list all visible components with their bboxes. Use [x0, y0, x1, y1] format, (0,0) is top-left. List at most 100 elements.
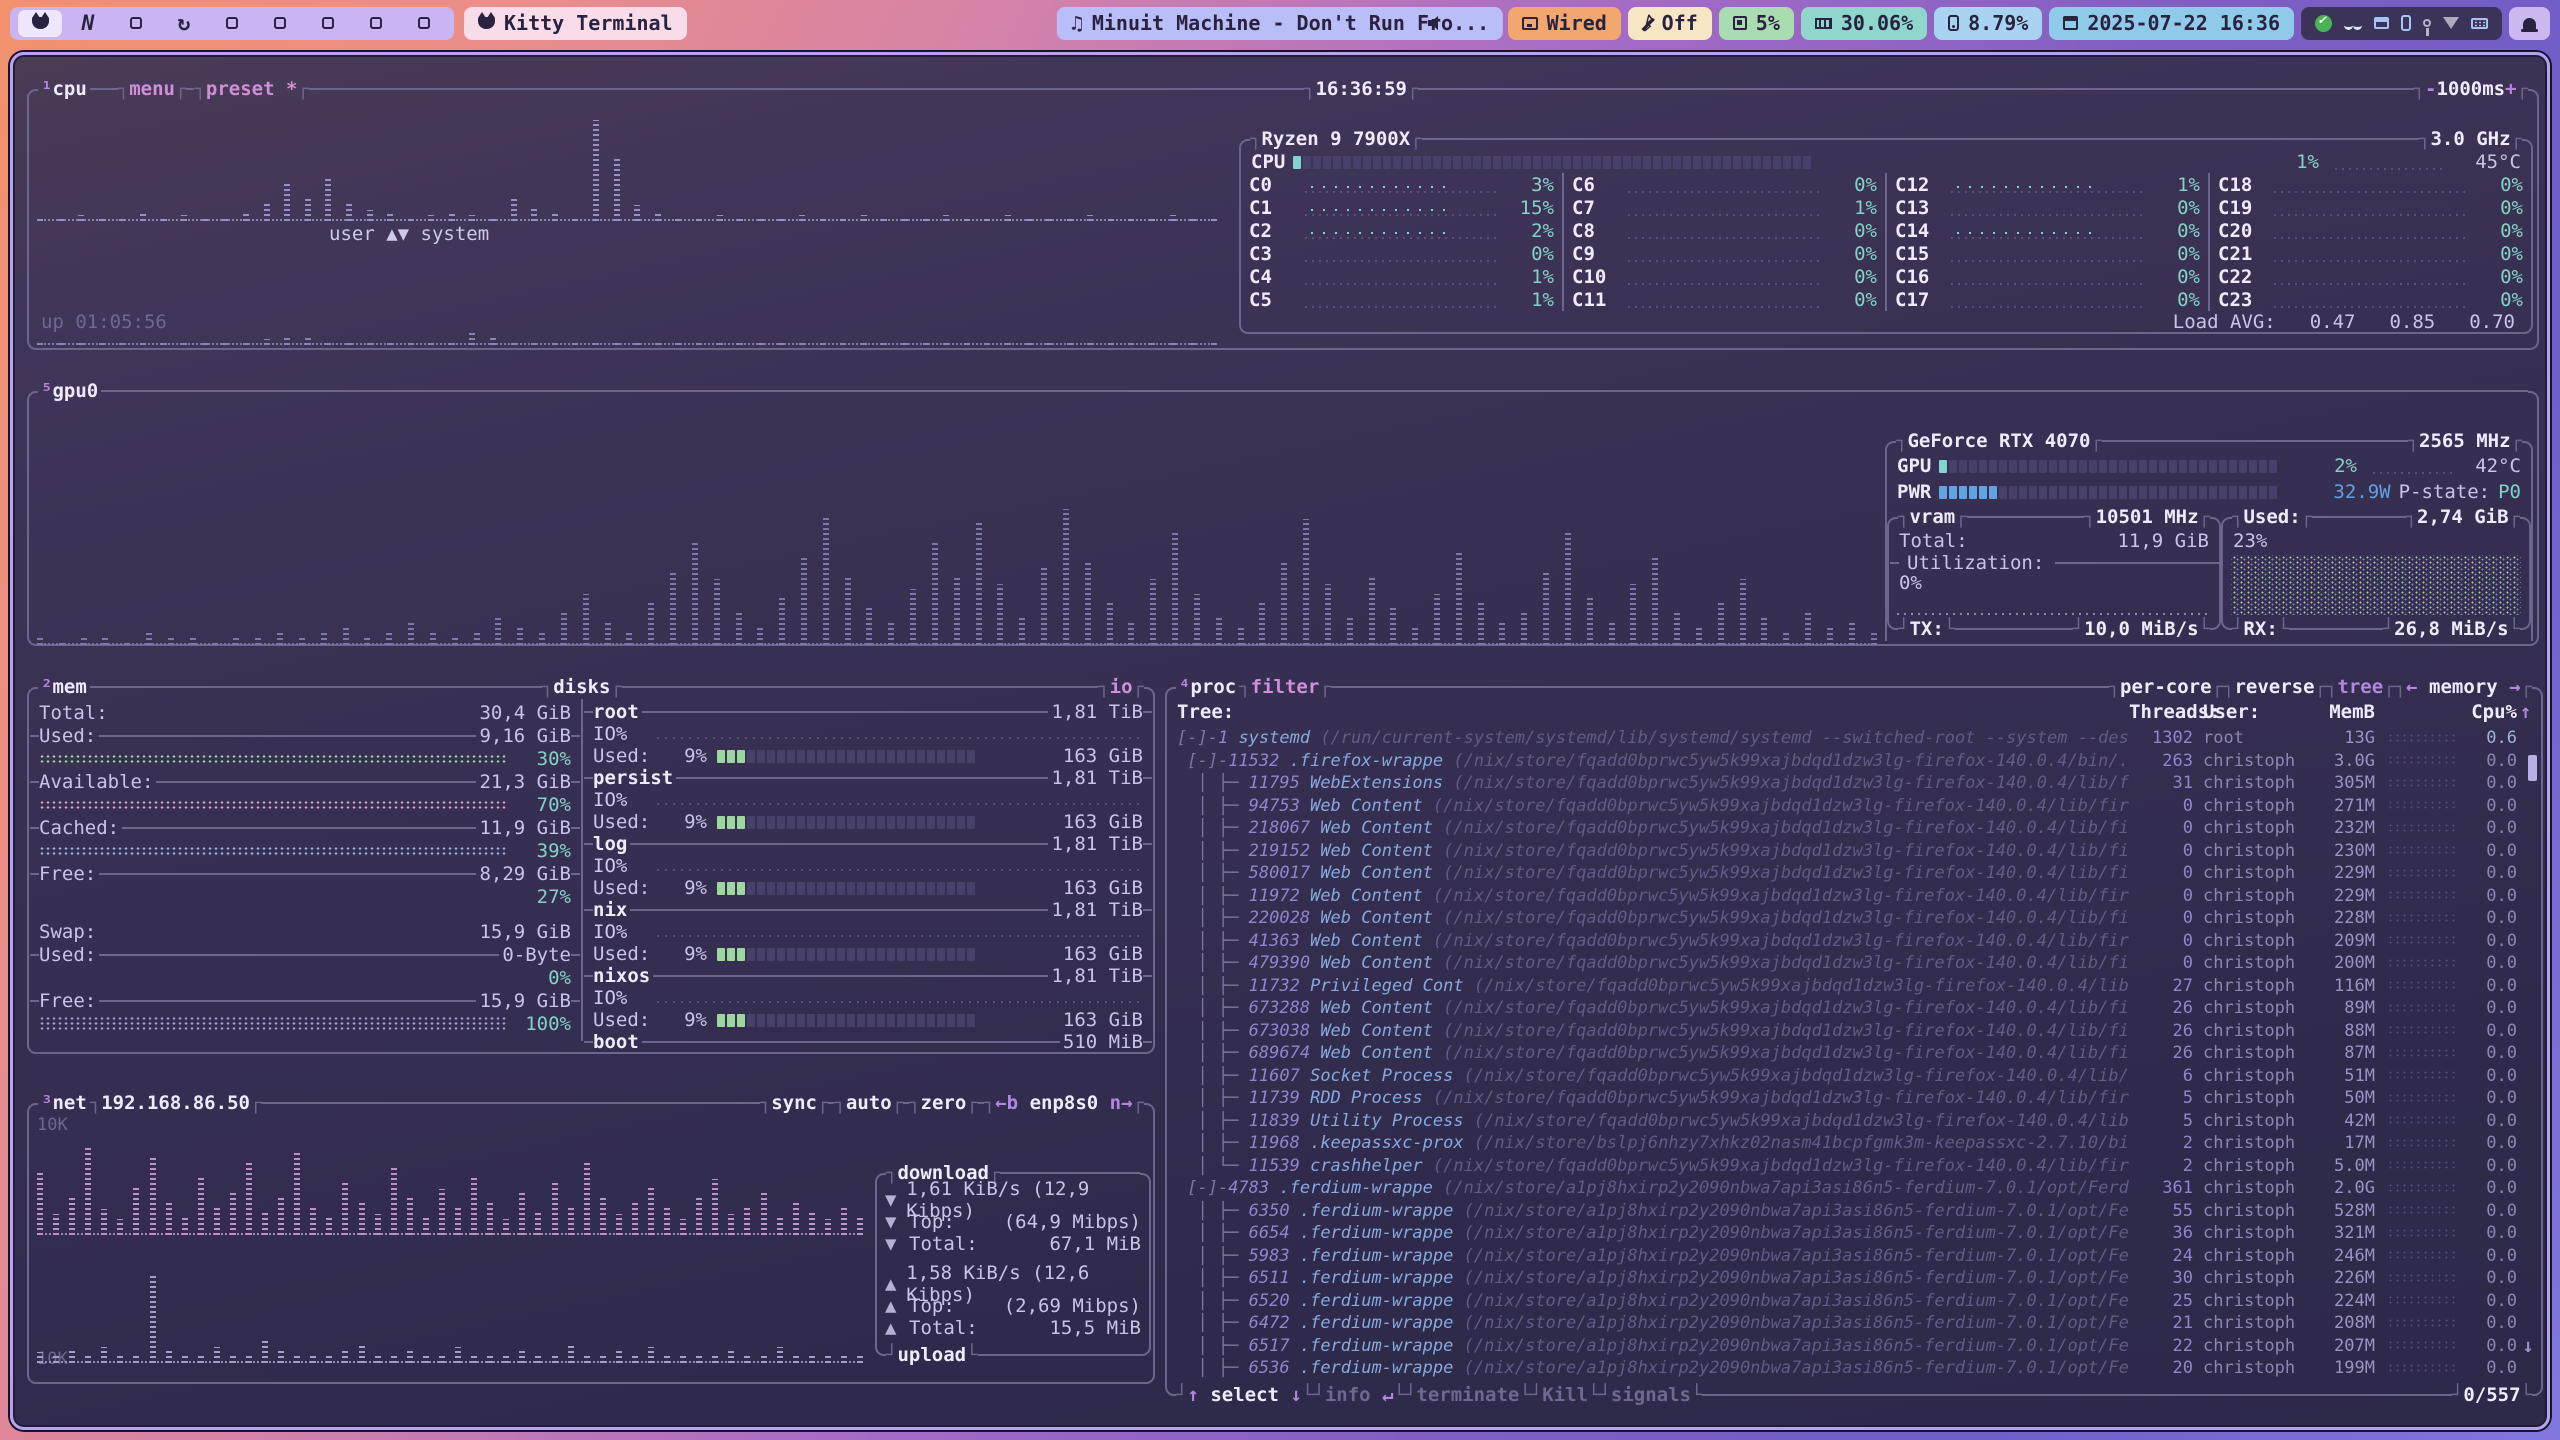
notification-bell[interactable]: [2509, 7, 2550, 40]
workspace-item[interactable]: [162, 10, 206, 37]
sort-prev-button[interactable]: ←: [2406, 676, 2417, 698]
tray-icon[interactable]: [2401, 15, 2411, 31]
info-button[interactable]: info ↵: [1313, 1384, 1405, 1406]
status-module[interactable]: 30.06%: [1801, 7, 1927, 40]
upload-stat-row: ▲1,58 KiB/s (12,6 Kibps): [877, 1273, 1149, 1295]
net-stats-box: download ▼1,61 KiB/s (12,9 Kibps)▼Top:(6…: [875, 1161, 1151, 1367]
net-auto-button[interactable]: auto: [834, 1092, 903, 1114]
cpu-sort-header[interactable]: Cpu%: [2459, 701, 2517, 723]
tray-icon[interactable]: [2344, 20, 2362, 27]
tray-icon[interactable]: [2374, 17, 2389, 29]
net-upload-graph: [37, 1251, 863, 1363]
core-row: C90%: [1564, 242, 1885, 265]
process-row[interactable]: │ ├─ 41363 Web Content (/nix/store/fqadd…: [1177, 930, 2537, 952]
process-row[interactable]: │ ├─ 6536 .ferdium-wrappe (/nix/store/a1…: [1177, 1357, 2537, 1379]
vram-box: vram 10501 MHz Total:11,9 GiB Utilizatio…: [1887, 505, 2221, 641]
net-interface-switcher[interactable]: ←b enp8s0 n→: [984, 1092, 1144, 1114]
select-buttons[interactable]: ↑ select ↓: [1176, 1384, 1313, 1406]
filter-button[interactable]: filter: [1239, 676, 1331, 698]
workspace-item[interactable]: [306, 10, 350, 37]
workspace-item[interactable]: [18, 10, 62, 37]
scrollbar-thumb[interactable]: [2528, 755, 2537, 781]
signals-button[interactable]: signals: [1599, 1384, 1702, 1406]
process-row[interactable]: │ ├─ 6517 .ferdium-wrappe (/nix/store/a1…: [1177, 1335, 2537, 1357]
memb-sort-header[interactable]: MemB: [2305, 701, 2375, 723]
process-row[interactable]: │ ├─ 11972 Web Content (/nix/store/fqadd…: [1177, 885, 2537, 907]
process-row[interactable]: │ ├─ 11732 Privileged Cont (/nix/store/f…: [1177, 975, 2537, 997]
process-row[interactable]: │ ├─ 218067 Web Content (/nix/store/fqad…: [1177, 817, 2537, 839]
process-row[interactable]: │ ├─ 580017 Web Content (/nix/store/fqad…: [1177, 862, 2537, 884]
process-row[interactable]: │ ├─ 479390 Web Content (/nix/store/fqad…: [1177, 952, 2537, 974]
tray-icon[interactable]: [2315, 15, 2332, 32]
interval-plus-button[interactable]: +: [2505, 78, 2516, 100]
menu-button[interactable]: menu: [118, 78, 187, 100]
process-row[interactable]: │ ├─ 6511 .ferdium-wrappe (/nix/store/a1…: [1177, 1267, 2537, 1289]
status-module[interactable]: Wired: [1508, 7, 1621, 40]
interval-minus-button[interactable]: -: [2425, 78, 2436, 100]
sort-column-switcher[interactable]: ← memory →: [2395, 676, 2532, 698]
workspace-item[interactable]: [402, 10, 446, 37]
process-row[interactable]: │ ├─ 6654 .ferdium-wrappe (/nix/store/a1…: [1177, 1222, 2537, 1244]
net-sync-button[interactable]: sync: [760, 1092, 829, 1114]
process-row[interactable]: │ ├─ 11739 RDD Process (/nix/store/fqadd…: [1177, 1087, 2537, 1109]
tray-icon[interactable]: [2443, 17, 2459, 29]
workspace-item[interactable]: [354, 10, 398, 37]
process-row[interactable]: [-]-4783 .ferdium-wrappe (/nix/store/a1p…: [1177, 1177, 2537, 1199]
tray-icon[interactable]: [2423, 19, 2431, 27]
terminate-button[interactable]: terminate: [1405, 1384, 1531, 1406]
process-row[interactable]: │ ├─ 219152 Web Content (/nix/store/fqad…: [1177, 840, 2537, 862]
status-module[interactable]: 5%: [1719, 7, 1794, 40]
core-row: C30%: [1241, 242, 1562, 265]
gpu-panel-title[interactable]: ⁵gpu0: [38, 380, 101, 402]
process-row[interactable]: │ ├─ 11795 WebExtensions (/nix/store/fqa…: [1177, 772, 2537, 794]
process-row[interactable]: [-]-11532 .firefox-wrappe (/nix/store/fq…: [1177, 750, 2537, 772]
iface-prev-button[interactable]: ←b: [995, 1092, 1018, 1114]
reverse-button[interactable]: reverse: [2223, 676, 2326, 698]
process-row[interactable]: │ ├─ 11607 Socket Process (/nix/store/fq…: [1177, 1065, 2537, 1087]
process-row[interactable]: │ ├─ 11968 .keepassxc-prox (/nix/store/b…: [1177, 1132, 2537, 1154]
status-module[interactable]: Off: [1628, 7, 1712, 40]
cpu-total-percent: 1%: [2275, 151, 2319, 173]
cpu-panel-title[interactable]: ¹cpu: [38, 78, 90, 100]
disk-entry: boot510 MiB: [593, 1031, 1143, 1053]
process-row[interactable]: │ ├─ 6350 .ferdium-wrappe (/nix/store/a1…: [1177, 1200, 2537, 1222]
process-row[interactable]: │ ├─ 94753 Web Content (/nix/store/fqadd…: [1177, 795, 2537, 817]
process-row[interactable]: │ ├─ 6472 .ferdium-wrappe (/nix/store/a1…: [1177, 1312, 2537, 1334]
per-core-button[interactable]: per-core: [2109, 676, 2223, 698]
net-download-graph: [37, 1119, 863, 1235]
iface-next-button[interactable]: n→: [1110, 1092, 1133, 1114]
music-note-icon: [1071, 11, 1083, 35]
kill-button[interactable]: Kill: [1531, 1384, 1600, 1406]
status-module[interactable]: 2025-07-22 16:36: [2049, 7, 2294, 40]
process-row[interactable]: │ ├─ 6520 .ferdium-wrappe (/nix/store/a1…: [1177, 1290, 2537, 1312]
download-stat-row: ▼Total:67,1 MiB: [877, 1233, 1149, 1255]
workspace-item[interactable]: [66, 10, 110, 37]
mem-panel-title[interactable]: ²mem: [38, 676, 90, 698]
cpu-graph-label: user ▲▼ system: [329, 223, 489, 245]
update-interval-control[interactable]: -1000ms +: [2414, 78, 2528, 100]
preset-button[interactable]: preset *: [194, 78, 308, 100]
process-row[interactable]: │ ├─ 673288 Web Content (/nix/store/fqad…: [1177, 997, 2537, 1019]
tray-icon[interactable]: [2471, 18, 2488, 29]
net-panel-title[interactable]: ³net: [38, 1092, 90, 1114]
process-row[interactable]: [-]-1 systemd (/run/current-system/syste…: [1177, 727, 2537, 749]
scroll-down-indicator[interactable]: ↓: [2523, 1335, 2534, 1357]
disks-title[interactable]: disks: [542, 676, 622, 698]
workspace-item[interactable]: [258, 10, 302, 37]
workspace-item[interactable]: [210, 10, 254, 37]
process-row[interactable]: │ ├─ 689674 Web Content (/nix/store/fqad…: [1177, 1042, 2537, 1064]
proc-panel-title[interactable]: ⁴proc: [1176, 676, 1239, 698]
status-module[interactable]: 8.79%: [1934, 7, 2042, 40]
sort-next-button[interactable]: →: [2509, 676, 2520, 698]
net-zero-button[interactable]: zero: [909, 1092, 978, 1114]
process-row[interactable]: │ └─ 11539 crashhelper (/nix/store/fqadd…: [1177, 1155, 2537, 1177]
window-title[interactable]: Kitty Terminal: [464, 7, 687, 40]
process-row[interactable]: │ ├─ 220028 Web Content (/nix/store/fqad…: [1177, 907, 2537, 929]
process-row[interactable]: │ ├─ 11839 Utility Process (/nix/store/f…: [1177, 1110, 2537, 1132]
process-row[interactable]: │ ├─ 5983 .ferdium-wrappe (/nix/store/a1…: [1177, 1245, 2537, 1267]
process-row[interactable]: │ ├─ 673038 Web Content (/nix/store/fqad…: [1177, 1020, 2537, 1042]
io-mode-button[interactable]: io: [1098, 676, 1144, 698]
tree-button[interactable]: tree: [2326, 676, 2395, 698]
core-row: C22%: [1241, 219, 1562, 242]
workspace-item[interactable]: [114, 10, 158, 37]
